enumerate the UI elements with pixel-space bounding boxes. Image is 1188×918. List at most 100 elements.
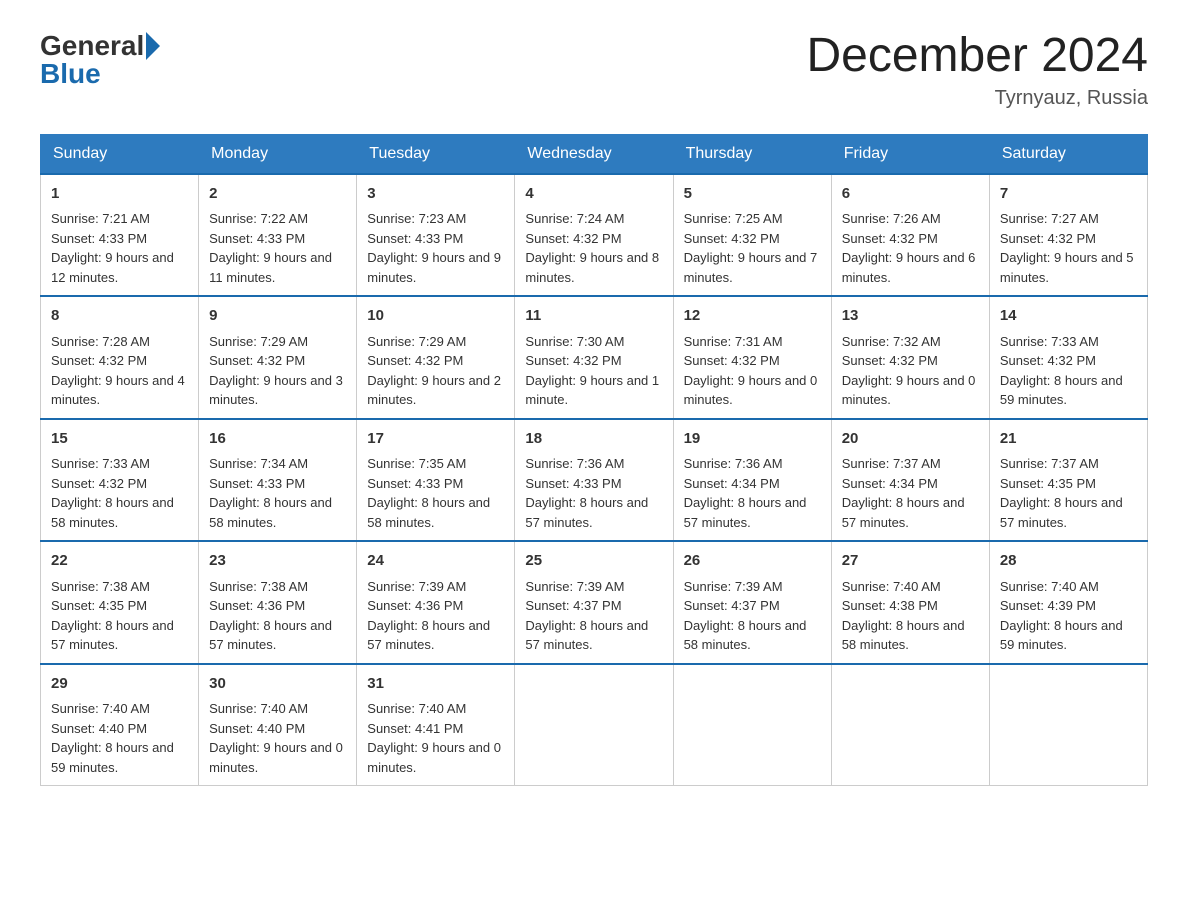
week-row-3: 15 Sunrise: 7:33 AMSunset: 4:32 PMDaylig… bbox=[41, 419, 1148, 542]
day-info-24: Sunrise: 7:39 AMSunset: 4:36 PMDaylight:… bbox=[367, 579, 490, 653]
day-info-16: Sunrise: 7:34 AMSunset: 4:33 PMDaylight:… bbox=[209, 456, 332, 530]
day-number-21: 21 bbox=[1000, 428, 1137, 451]
weekday-header-row: Sunday Monday Tuesday Wednesday Thursday… bbox=[41, 134, 1148, 174]
day-number-29: 29 bbox=[51, 673, 188, 696]
day-cell-20: 20 Sunrise: 7:37 AMSunset: 4:34 PMDaylig… bbox=[831, 419, 989, 542]
day-info-10: Sunrise: 7:29 AMSunset: 4:32 PMDaylight:… bbox=[367, 334, 501, 408]
day-cell-5: 5 Sunrise: 7:25 AMSunset: 4:32 PMDayligh… bbox=[673, 174, 831, 297]
header-tuesday: Tuesday bbox=[357, 134, 515, 174]
logo-blue-text: Blue bbox=[40, 58, 101, 90]
day-cell-21: 21 Sunrise: 7:37 AMSunset: 4:35 PMDaylig… bbox=[989, 419, 1147, 542]
day-cell-23: 23 Sunrise: 7:38 AMSunset: 4:36 PMDaylig… bbox=[199, 541, 357, 664]
day-number-12: 12 bbox=[684, 305, 821, 328]
day-info-17: Sunrise: 7:35 AMSunset: 4:33 PMDaylight:… bbox=[367, 456, 490, 530]
day-cell-8: 8 Sunrise: 7:28 AMSunset: 4:32 PMDayligh… bbox=[41, 296, 199, 419]
day-info-1: Sunrise: 7:21 AMSunset: 4:33 PMDaylight:… bbox=[51, 211, 174, 285]
header-sunday: Sunday bbox=[41, 134, 199, 174]
day-number-14: 14 bbox=[1000, 305, 1137, 328]
day-cell-1: 1 Sunrise: 7:21 AMSunset: 4:33 PMDayligh… bbox=[41, 174, 199, 297]
day-info-4: Sunrise: 7:24 AMSunset: 4:32 PMDaylight:… bbox=[525, 211, 659, 285]
day-info-9: Sunrise: 7:29 AMSunset: 4:32 PMDaylight:… bbox=[209, 334, 343, 408]
day-info-20: Sunrise: 7:37 AMSunset: 4:34 PMDaylight:… bbox=[842, 456, 965, 530]
day-info-27: Sunrise: 7:40 AMSunset: 4:38 PMDaylight:… bbox=[842, 579, 965, 653]
week-row-4: 22 Sunrise: 7:38 AMSunset: 4:35 PMDaylig… bbox=[41, 541, 1148, 664]
day-info-29: Sunrise: 7:40 AMSunset: 4:40 PMDaylight:… bbox=[51, 701, 174, 775]
day-cell-26: 26 Sunrise: 7:39 AMSunset: 4:37 PMDaylig… bbox=[673, 541, 831, 664]
day-number-28: 28 bbox=[1000, 550, 1137, 573]
day-info-3: Sunrise: 7:23 AMSunset: 4:33 PMDaylight:… bbox=[367, 211, 501, 285]
day-cell-7: 7 Sunrise: 7:27 AMSunset: 4:32 PMDayligh… bbox=[989, 174, 1147, 297]
week-row-5: 29 Sunrise: 7:40 AMSunset: 4:40 PMDaylig… bbox=[41, 664, 1148, 786]
day-info-31: Sunrise: 7:40 AMSunset: 4:41 PMDaylight:… bbox=[367, 701, 501, 775]
logo: General Blue bbox=[40, 30, 160, 90]
header-monday: Monday bbox=[199, 134, 357, 174]
day-number-6: 6 bbox=[842, 183, 979, 206]
day-cell-10: 10 Sunrise: 7:29 AMSunset: 4:32 PMDaylig… bbox=[357, 296, 515, 419]
day-number-5: 5 bbox=[684, 183, 821, 206]
day-cell-11: 11 Sunrise: 7:30 AMSunset: 4:32 PMDaylig… bbox=[515, 296, 673, 419]
day-number-30: 30 bbox=[209, 673, 346, 696]
day-number-9: 9 bbox=[209, 305, 346, 328]
day-cell-4: 4 Sunrise: 7:24 AMSunset: 4:32 PMDayligh… bbox=[515, 174, 673, 297]
day-info-30: Sunrise: 7:40 AMSunset: 4:40 PMDaylight:… bbox=[209, 701, 343, 775]
day-info-15: Sunrise: 7:33 AMSunset: 4:32 PMDaylight:… bbox=[51, 456, 174, 530]
day-info-14: Sunrise: 7:33 AMSunset: 4:32 PMDaylight:… bbox=[1000, 334, 1123, 408]
day-cell-12: 12 Sunrise: 7:31 AMSunset: 4:32 PMDaylig… bbox=[673, 296, 831, 419]
header-friday: Friday bbox=[831, 134, 989, 174]
day-cell-24: 24 Sunrise: 7:39 AMSunset: 4:36 PMDaylig… bbox=[357, 541, 515, 664]
day-cell-19: 19 Sunrise: 7:36 AMSunset: 4:34 PMDaylig… bbox=[673, 419, 831, 542]
day-cell-27: 27 Sunrise: 7:40 AMSunset: 4:38 PMDaylig… bbox=[831, 541, 989, 664]
empty-cell-w5-d4 bbox=[673, 664, 831, 786]
day-number-2: 2 bbox=[209, 183, 346, 206]
day-info-7: Sunrise: 7:27 AMSunset: 4:32 PMDaylight:… bbox=[1000, 211, 1134, 285]
header-wednesday: Wednesday bbox=[515, 134, 673, 174]
day-cell-16: 16 Sunrise: 7:34 AMSunset: 4:33 PMDaylig… bbox=[199, 419, 357, 542]
day-number-31: 31 bbox=[367, 673, 504, 696]
day-cell-6: 6 Sunrise: 7:26 AMSunset: 4:32 PMDayligh… bbox=[831, 174, 989, 297]
day-number-8: 8 bbox=[51, 305, 188, 328]
day-cell-29: 29 Sunrise: 7:40 AMSunset: 4:40 PMDaylig… bbox=[41, 664, 199, 786]
day-info-25: Sunrise: 7:39 AMSunset: 4:37 PMDaylight:… bbox=[525, 579, 648, 653]
day-info-12: Sunrise: 7:31 AMSunset: 4:32 PMDaylight:… bbox=[684, 334, 818, 408]
week-row-2: 8 Sunrise: 7:28 AMSunset: 4:32 PMDayligh… bbox=[41, 296, 1148, 419]
day-number-4: 4 bbox=[525, 183, 662, 206]
day-info-2: Sunrise: 7:22 AMSunset: 4:33 PMDaylight:… bbox=[209, 211, 332, 285]
day-info-5: Sunrise: 7:25 AMSunset: 4:32 PMDaylight:… bbox=[684, 211, 818, 285]
day-cell-22: 22 Sunrise: 7:38 AMSunset: 4:35 PMDaylig… bbox=[41, 541, 199, 664]
day-info-11: Sunrise: 7:30 AMSunset: 4:32 PMDaylight:… bbox=[525, 334, 659, 408]
day-number-1: 1 bbox=[51, 183, 188, 206]
header: General Blue December 2024 Tyrnyauz, Rus… bbox=[40, 30, 1148, 110]
week-row-1: 1 Sunrise: 7:21 AMSunset: 4:33 PMDayligh… bbox=[41, 174, 1148, 297]
day-info-22: Sunrise: 7:38 AMSunset: 4:35 PMDaylight:… bbox=[51, 579, 174, 653]
day-cell-3: 3 Sunrise: 7:23 AMSunset: 4:33 PMDayligh… bbox=[357, 174, 515, 297]
day-info-21: Sunrise: 7:37 AMSunset: 4:35 PMDaylight:… bbox=[1000, 456, 1123, 530]
day-number-16: 16 bbox=[209, 428, 346, 451]
day-cell-13: 13 Sunrise: 7:32 AMSunset: 4:32 PMDaylig… bbox=[831, 296, 989, 419]
day-number-19: 19 bbox=[684, 428, 821, 451]
day-number-22: 22 bbox=[51, 550, 188, 573]
day-cell-17: 17 Sunrise: 7:35 AMSunset: 4:33 PMDaylig… bbox=[357, 419, 515, 542]
day-info-28: Sunrise: 7:40 AMSunset: 4:39 PMDaylight:… bbox=[1000, 579, 1123, 653]
day-cell-14: 14 Sunrise: 7:33 AMSunset: 4:32 PMDaylig… bbox=[989, 296, 1147, 419]
day-number-15: 15 bbox=[51, 428, 188, 451]
title-section: December 2024 Tyrnyauz, Russia bbox=[806, 30, 1148, 110]
location: Tyrnyauz, Russia bbox=[806, 87, 1148, 110]
day-info-8: Sunrise: 7:28 AMSunset: 4:32 PMDaylight:… bbox=[51, 334, 185, 408]
day-info-18: Sunrise: 7:36 AMSunset: 4:33 PMDaylight:… bbox=[525, 456, 648, 530]
day-info-23: Sunrise: 7:38 AMSunset: 4:36 PMDaylight:… bbox=[209, 579, 332, 653]
day-number-27: 27 bbox=[842, 550, 979, 573]
day-number-17: 17 bbox=[367, 428, 504, 451]
day-cell-25: 25 Sunrise: 7:39 AMSunset: 4:37 PMDaylig… bbox=[515, 541, 673, 664]
day-number-3: 3 bbox=[367, 183, 504, 206]
day-info-26: Sunrise: 7:39 AMSunset: 4:37 PMDaylight:… bbox=[684, 579, 807, 653]
day-cell-9: 9 Sunrise: 7:29 AMSunset: 4:32 PMDayligh… bbox=[199, 296, 357, 419]
day-number-23: 23 bbox=[209, 550, 346, 573]
empty-cell-w5-d6 bbox=[989, 664, 1147, 786]
day-cell-28: 28 Sunrise: 7:40 AMSunset: 4:39 PMDaylig… bbox=[989, 541, 1147, 664]
day-number-7: 7 bbox=[1000, 183, 1137, 206]
day-cell-15: 15 Sunrise: 7:33 AMSunset: 4:32 PMDaylig… bbox=[41, 419, 199, 542]
day-number-10: 10 bbox=[367, 305, 504, 328]
month-title: December 2024 bbox=[806, 30, 1148, 83]
day-cell-18: 18 Sunrise: 7:36 AMSunset: 4:33 PMDaylig… bbox=[515, 419, 673, 542]
day-cell-31: 31 Sunrise: 7:40 AMSunset: 4:41 PMDaylig… bbox=[357, 664, 515, 786]
